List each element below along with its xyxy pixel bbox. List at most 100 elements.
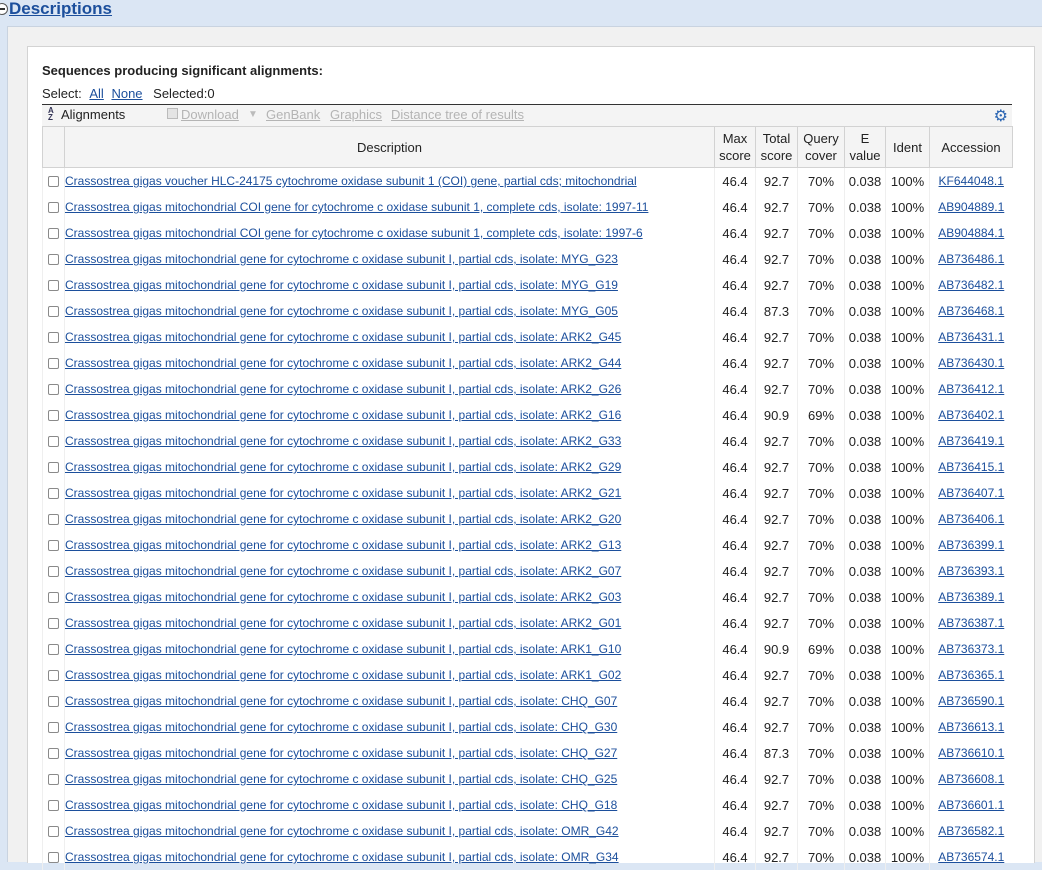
- description-link[interactable]: Crassostrea gigas mitochondrial gene for…: [65, 408, 621, 422]
- row-checkbox[interactable]: [48, 774, 59, 785]
- description-column-header[interactable]: Description: [65, 127, 715, 168]
- accession-link[interactable]: AB736590.1: [938, 694, 1004, 708]
- total-score-cell: 87.3: [756, 298, 798, 324]
- accession-link[interactable]: AB736482.1: [938, 278, 1004, 292]
- accession-link[interactable]: AB736412.1: [938, 382, 1004, 396]
- description-link[interactable]: Crassostrea gigas mitochondrial gene for…: [65, 590, 621, 604]
- description-link[interactable]: Crassostrea gigas mitochondrial COI gene…: [65, 200, 648, 214]
- description-link[interactable]: Crassostrea gigas mitochondrial gene for…: [65, 746, 617, 760]
- description-link[interactable]: Crassostrea gigas mitochondrial gene for…: [65, 304, 618, 318]
- download-button[interactable]: Download: [181, 107, 239, 122]
- accession-link[interactable]: AB736387.1: [938, 616, 1004, 630]
- description-link[interactable]: Crassostrea gigas mitochondrial gene for…: [65, 720, 617, 734]
- row-checkbox[interactable]: [48, 748, 59, 759]
- accession-link[interactable]: AB736486.1: [938, 252, 1004, 266]
- row-checkbox[interactable]: [48, 254, 59, 265]
- accession-link[interactable]: AB736608.1: [938, 772, 1004, 786]
- accession-column-header[interactable]: Accession: [930, 127, 1013, 168]
- accession-link[interactable]: AB736430.1: [938, 356, 1004, 370]
- accession-link[interactable]: AB736399.1: [938, 538, 1004, 552]
- row-checkbox[interactable]: [48, 826, 59, 837]
- row-checkbox[interactable]: [48, 566, 59, 577]
- sort-az-icon[interactable]: AZ: [48, 107, 58, 123]
- row-checkbox[interactable]: [48, 436, 59, 447]
- row-checkbox[interactable]: [48, 332, 59, 343]
- row-checkbox[interactable]: [48, 540, 59, 551]
- accession-link[interactable]: AB736407.1: [938, 486, 1004, 500]
- row-checkbox[interactable]: [48, 722, 59, 733]
- row-checkbox[interactable]: [48, 410, 59, 421]
- evalue-column-header[interactable]: Evalue: [845, 127, 886, 168]
- row-checkbox[interactable]: [48, 618, 59, 629]
- accession-link[interactable]: AB736613.1: [938, 720, 1004, 734]
- row-checkbox[interactable]: [48, 800, 59, 811]
- max-score-column-header[interactable]: Maxscore: [715, 127, 756, 168]
- accession-link[interactable]: AB736610.1: [938, 746, 1004, 760]
- description-link[interactable]: Crassostrea gigas mitochondrial gene for…: [65, 642, 621, 656]
- accession-link[interactable]: AB736601.1: [938, 798, 1004, 812]
- distance-tree-button[interactable]: Distance tree of results: [391, 107, 524, 122]
- ident-column-header[interactable]: Ident: [886, 127, 930, 168]
- accession-link[interactable]: AB736406.1: [938, 512, 1004, 526]
- description-link[interactable]: Crassostrea gigas mitochondrial gene for…: [65, 798, 617, 812]
- row-checkbox[interactable]: [48, 644, 59, 655]
- description-link[interactable]: Crassostrea gigas mitochondrial gene for…: [65, 382, 621, 396]
- description-link[interactable]: Crassostrea gigas mitochondrial gene for…: [65, 486, 621, 500]
- description-link[interactable]: Crassostrea gigas mitochondrial gene for…: [65, 824, 619, 838]
- row-checkbox[interactable]: [48, 384, 59, 395]
- row-checkbox[interactable]: [48, 228, 59, 239]
- row-checkbox[interactable]: [48, 280, 59, 291]
- accession-link[interactable]: AB904884.1: [938, 226, 1004, 240]
- row-checkbox[interactable]: [48, 488, 59, 499]
- graphics-button[interactable]: Graphics: [330, 107, 382, 122]
- accession-link[interactable]: KF644048.1: [939, 174, 1004, 188]
- accession-link[interactable]: AB736415.1: [938, 460, 1004, 474]
- description-link[interactable]: Crassostrea gigas mitochondrial gene for…: [65, 694, 617, 708]
- total-score-column-header[interactable]: Totalscore: [756, 127, 798, 168]
- collapse-toggle-icon[interactable]: [0, 3, 8, 15]
- accession-link[interactable]: AB736468.1: [938, 304, 1004, 318]
- row-checkbox[interactable]: [48, 202, 59, 213]
- description-link[interactable]: Crassostrea gigas mitochondrial COI gene…: [65, 226, 643, 240]
- description-link[interactable]: Crassostrea gigas mitochondrial gene for…: [65, 460, 621, 474]
- chevron-down-icon[interactable]: ▼: [248, 109, 258, 120]
- accession-link[interactable]: AB736365.1: [938, 668, 1004, 682]
- description-link[interactable]: Crassostrea gigas mitochondrial gene for…: [65, 616, 621, 630]
- select-none-link[interactable]: None: [111, 86, 142, 101]
- description-link[interactable]: Crassostrea gigas mitochondrial gene for…: [65, 252, 618, 266]
- description-link[interactable]: Crassostrea gigas mitochondrial gene for…: [65, 538, 621, 552]
- row-checkbox[interactable]: [48, 176, 59, 187]
- description-link[interactable]: Crassostrea gigas mitochondrial gene for…: [65, 772, 617, 786]
- descriptions-title-link[interactable]: Descriptions: [9, 0, 112, 19]
- genbank-button[interactable]: GenBank: [266, 107, 320, 122]
- description-link[interactable]: Crassostrea gigas mitochondrial gene for…: [65, 434, 621, 448]
- accession-link[interactable]: AB736419.1: [938, 434, 1004, 448]
- row-checkbox[interactable]: [48, 358, 59, 369]
- row-checkbox[interactable]: [48, 696, 59, 707]
- accession-link[interactable]: AB736393.1: [938, 564, 1004, 578]
- description-link[interactable]: Crassostrea gigas voucher HLC-24175 cyto…: [65, 174, 637, 188]
- description-link[interactable]: Crassostrea gigas mitochondrial gene for…: [65, 278, 618, 292]
- accession-cell: AB736610.1: [930, 740, 1013, 766]
- gear-icon[interactable]: ⚙: [994, 106, 1008, 126]
- row-checkbox[interactable]: [48, 670, 59, 681]
- accession-link[interactable]: AB736582.1: [938, 824, 1004, 838]
- row-checkbox[interactable]: [48, 514, 59, 525]
- accession-link[interactable]: AB904889.1: [938, 200, 1004, 214]
- row-checkbox[interactable]: [48, 592, 59, 603]
- query-cover-column-header[interactable]: Querycover: [798, 127, 845, 168]
- description-link[interactable]: Crassostrea gigas mitochondrial gene for…: [65, 564, 621, 578]
- accession-link[interactable]: AB736373.1: [938, 642, 1004, 656]
- alignments-button[interactable]: Alignments: [61, 107, 125, 122]
- select-all-link[interactable]: All: [89, 86, 103, 101]
- accession-link[interactable]: AB736402.1: [938, 408, 1004, 422]
- description-link[interactable]: Crassostrea gigas mitochondrial gene for…: [65, 330, 621, 344]
- description-link[interactable]: Crassostrea gigas mitochondrial gene for…: [65, 356, 621, 370]
- accession-link[interactable]: AB736389.1: [938, 590, 1004, 604]
- accession-link[interactable]: AB736431.1: [938, 330, 1004, 344]
- row-checkbox-cell: [43, 532, 65, 558]
- row-checkbox[interactable]: [48, 306, 59, 317]
- description-link[interactable]: Crassostrea gigas mitochondrial gene for…: [65, 668, 621, 682]
- description-link[interactable]: Crassostrea gigas mitochondrial gene for…: [65, 512, 621, 526]
- row-checkbox[interactable]: [48, 462, 59, 473]
